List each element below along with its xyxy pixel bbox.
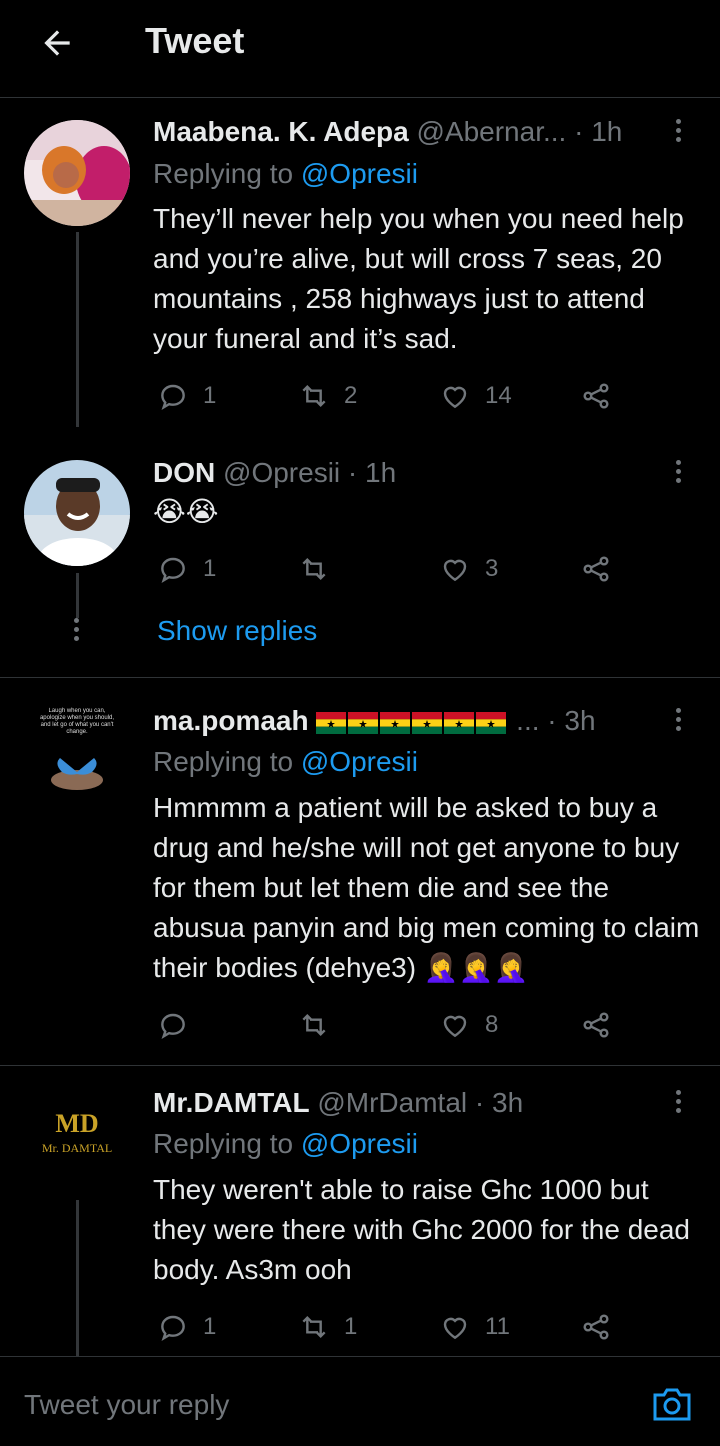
like-count: 11 [485, 1313, 510, 1340]
ghana-flags [316, 705, 516, 736]
share-icon [583, 556, 609, 582]
replying-to: Replying to @Opresii [153, 746, 418, 777]
share-icon [583, 1012, 609, 1038]
tweet-text: 😭😭 [153, 496, 219, 527]
retweet-icon [302, 1013, 326, 1037]
ghana-flag-icon [444, 711, 475, 734]
camera-icon[interactable] [651, 1385, 693, 1423]
share-icon [583, 383, 609, 409]
like-count: 8 [485, 1011, 499, 1038]
heart-icon [443, 559, 467, 582]
reply-count: 1 [203, 1313, 217, 1340]
heart-icon [443, 1015, 467, 1038]
ghana-flag-icon [476, 711, 507, 734]
reply-handle-link[interactable]: @Opresii [301, 1128, 418, 1159]
like-button[interactable]: 11 [439, 1309, 510, 1345]
more-options-icon[interactable] [676, 460, 684, 487]
more-options-icon[interactable] [676, 1090, 684, 1117]
heart-icon [443, 386, 467, 409]
thread-line [76, 232, 79, 427]
retweet-count: 1 [344, 1313, 358, 1340]
divider [0, 677, 720, 678]
author-name[interactable]: DON [153, 457, 215, 488]
reply-input[interactable]: Tweet your reply [24, 1389, 229, 1421]
reply-composer: Tweet your reply [0, 1356, 720, 1446]
retweet-button[interactable]: 1 [298, 1309, 357, 1345]
author-name[interactable]: Maabena. K. Adepa [153, 116, 409, 147]
share-button[interactable] [580, 1007, 626, 1043]
reply-button[interactable]: 1 [157, 1309, 216, 1345]
facepalm-emoji: 🤦‍♀️🤦‍♀️🤦‍♀️ [423, 952, 529, 983]
reply-icon [161, 1315, 185, 1341]
avatar[interactable] [24, 120, 130, 226]
retweet-icon [302, 557, 326, 581]
replying-to: Replying to @Opresii [153, 1128, 418, 1159]
avatar-brand: Mr. DAMTAL [41, 1141, 113, 1155]
avatar[interactable]: Laugh when you can, apologize when you s… [24, 700, 130, 806]
share-button[interactable] [580, 551, 626, 587]
share-button[interactable] [580, 1309, 626, 1345]
author-name[interactable]: ma.pomaah [153, 705, 309, 736]
author-handle[interactable]: ... [516, 705, 539, 736]
retweet-icon [302, 1315, 326, 1339]
like-button[interactable]: 14 [439, 378, 512, 414]
retweet-button[interactable]: 2 [298, 378, 357, 414]
share-button[interactable] [580, 378, 626, 414]
ghana-flag-icon [316, 711, 347, 734]
like-button[interactable]: 3 [439, 551, 498, 587]
tweet-text: They’ll never help you when you need hel… [153, 203, 684, 354]
tweet-actions: 1 3 [153, 551, 623, 587]
reply-button[interactable]: 1 [157, 551, 216, 587]
more-options-icon[interactable] [676, 119, 684, 146]
heart-icon [443, 1317, 467, 1340]
more-options-icon[interactable] [676, 708, 684, 735]
replying-to: Replying to @Opresii [153, 158, 418, 189]
like-button[interactable]: 8 [439, 1007, 498, 1043]
avatar-logo: MD [55, 1109, 99, 1138]
reply-count: 1 [203, 555, 217, 582]
reply-handle-link[interactable]: @Opresii [301, 158, 418, 189]
like-count: 3 [485, 555, 499, 582]
tweet-actions: 1 2 14 [153, 378, 623, 414]
thread-continuation-dots [74, 618, 80, 645]
avatar[interactable] [24, 460, 130, 566]
timestamp[interactable]: · 3h [547, 705, 595, 736]
retweet-button[interactable] [298, 551, 344, 587]
share-icon [583, 1314, 609, 1340]
timestamp[interactable]: · 1h [348, 457, 396, 488]
retweet-button[interactable] [298, 1007, 344, 1043]
show-replies-link[interactable]: Show replies [157, 615, 317, 647]
reply-button[interactable]: 1 [157, 378, 216, 414]
divider [0, 1065, 720, 1066]
retweet-icon [302, 384, 326, 408]
like-count: 14 [485, 382, 512, 409]
author-handle[interactable]: @Abernar... [416, 116, 566, 147]
top-bar: Tweet [0, 0, 720, 98]
timestamp[interactable]: · 3h [475, 1087, 523, 1118]
back-arrow-icon[interactable] [38, 24, 76, 62]
timestamp[interactable]: · 1h [574, 116, 622, 147]
page-title: Tweet [145, 20, 245, 61]
reply-icon [161, 1013, 185, 1039]
tweet-text: They weren't able to raise Ghc 1000 but … [153, 1174, 690, 1285]
author-handle[interactable]: @MrDamtal [317, 1087, 467, 1118]
tweet-text: Hmmmm a patient will be asked to buy a d… [153, 792, 700, 983]
ghana-flag-icon [412, 711, 443, 734]
avatar[interactable]: MD Mr. DAMTAL [24, 1085, 130, 1191]
author-name[interactable]: Mr.DAMTAL [153, 1087, 310, 1118]
reply-icon [161, 557, 185, 583]
thread-line [76, 1200, 79, 1356]
thread-line [76, 573, 79, 618]
ghana-flag-icon [348, 711, 379, 734]
reply-icon [161, 384, 185, 410]
reply-button[interactable] [157, 1007, 203, 1043]
ghana-flag-icon [380, 711, 411, 734]
tweet-actions: 1 1 11 [153, 1309, 623, 1345]
reply-handle-link[interactable]: @Opresii [301, 746, 418, 777]
tweet-actions: 8 [153, 1007, 623, 1043]
retweet-count: 2 [344, 382, 358, 409]
author-handle[interactable]: @Opresii [223, 457, 340, 488]
reply-count: 1 [203, 382, 217, 409]
